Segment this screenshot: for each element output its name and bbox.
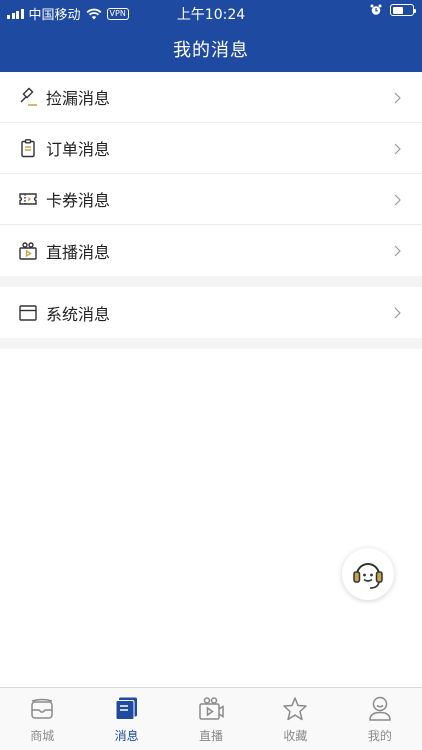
message-row-order[interactable]: 订单消息 [0,123,422,174]
message-row-label: 直播消息 [46,242,111,262]
tab-messages[interactable]: 消息 [84,688,168,750]
message-row-system[interactable]: 系统消息 [0,287,422,338]
window-icon [18,303,38,323]
gavel-icon [18,87,38,107]
tab-me[interactable]: 我的 [338,688,422,750]
tab-label: 我的 [367,729,392,743]
customer-service-button[interactable] [342,548,394,600]
message-row-live[interactable]: 直播消息 [0,225,422,276]
section-divider [0,338,422,349]
page-title: 我的消息 [173,40,249,61]
message-row-label: 订单消息 [46,140,111,159]
tab-label: 商城 [30,729,55,743]
status-bar: 中国移动 VPN 上午10:24 [0,0,422,24]
tab-label: 收藏 [283,729,308,743]
message-row-label: 系统消息 [46,304,111,324]
status-right [370,4,416,16]
tab-label: 消息 [114,729,139,743]
user-icon [366,695,394,723]
status-time: 上午10:24 [176,7,246,23]
message-list: 捡漏消息 订单消息 卡券消息 直播消息 系统消息 [0,72,422,349]
tab-favorites[interactable]: 收藏 [253,688,337,750]
clipboard-icon [18,138,38,158]
live-camera-icon [18,241,38,261]
section-divider [0,276,422,287]
chevron-right-icon [394,245,401,257]
chevron-right-icon [394,92,401,104]
headset-smile-icon [353,563,383,589]
live-icon [197,695,225,723]
battery-icon [390,4,416,16]
chevron-right-icon [394,194,401,206]
message-icon [113,695,141,723]
message-row-label: 卡券消息 [46,191,111,210]
shop-icon [28,695,56,723]
header: 中国移动 VPN 上午10:24 我的消息 [0,0,422,72]
message-row-label: 捡漏消息 [46,89,111,108]
star-icon [281,695,309,723]
tab-label: 直播 [199,729,224,743]
message-row-coupon[interactable]: 卡券消息 [0,174,422,225]
tab-shop[interactable]: 商城 [0,688,84,750]
chevron-right-icon [394,143,401,155]
message-row-auction[interactable]: 捡漏消息 [0,72,422,123]
chevron-right-icon [394,307,401,319]
ticket-icon [18,189,38,209]
alarm-icon [370,4,382,15]
tab-live[interactable]: 直播 [169,688,253,750]
tab-bar: 商城 消息 直播 收藏 我的 [0,687,422,750]
